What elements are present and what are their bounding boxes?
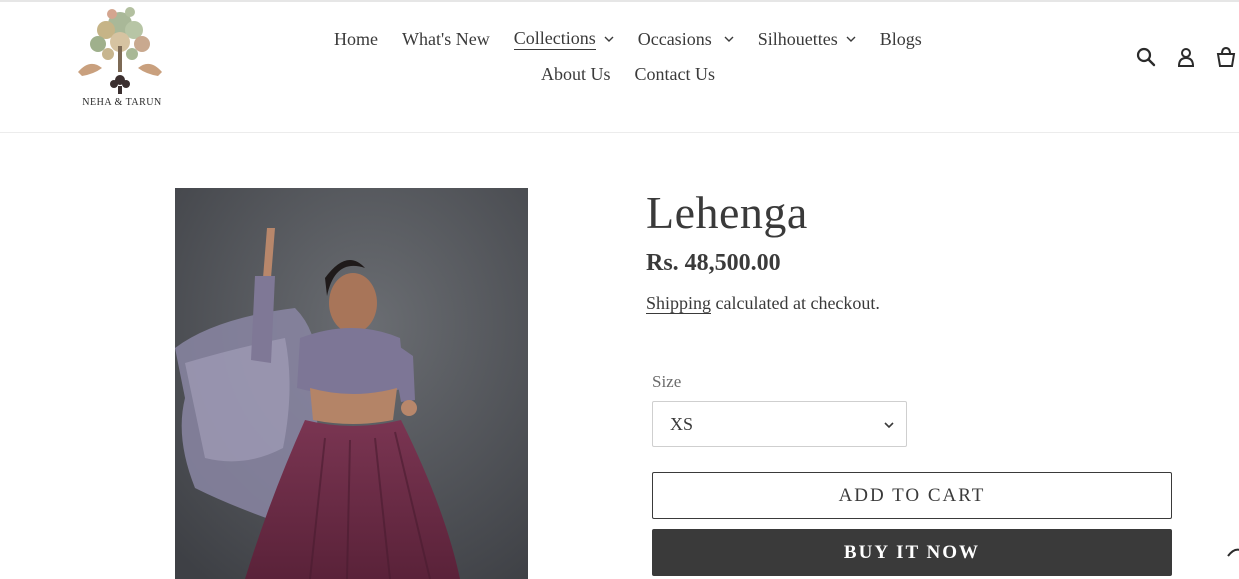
add-to-cart-button[interactable]: ADD TO CART (652, 472, 1172, 519)
shipping-link[interactable]: Shipping (646, 293, 712, 314)
nav-collections[interactable]: Collections (513, 27, 614, 50)
chevron-down-icon (846, 36, 856, 42)
brand-logo-emblem-icon (78, 7, 162, 94)
chevron-down-icon (884, 422, 894, 429)
chevron-down-icon (604, 36, 614, 42)
product-title: Lehenga (646, 187, 808, 238)
site-header: NEHA & TARUN Home What's New Collections… (0, 0, 1239, 133)
nav-silhouettes[interactable]: Silhouettes (758, 27, 856, 50)
nav-about-us[interactable]: About Us (541, 63, 611, 85)
product-photo (175, 188, 528, 579)
size-select-value: XS (670, 413, 694, 434)
nav-contact-us[interactable]: Contact Us (635, 63, 716, 85)
brand-logo[interactable]: NEHA & TARUN (72, 2, 168, 110)
nav-contact-us-label: Contact Us (634, 64, 716, 84)
cart-icon[interactable] (1215, 46, 1237, 68)
nav-home-label: Home (334, 28, 378, 49)
nav-collections-label: Collections (513, 28, 596, 50)
nav-occasions[interactable]: Occasions (638, 27, 734, 50)
nav-home[interactable]: Home (334, 27, 378, 50)
nav-blogs-label: Blogs (879, 28, 922, 49)
shipping-note: Shipping calculated at checkout. (646, 293, 880, 314)
product-image[interactable] (175, 188, 528, 579)
search-icon[interactable] (1135, 46, 1157, 68)
size-select[interactable]: XS (652, 401, 907, 447)
edge-decoration-icon (1227, 548, 1239, 557)
brand-name: NEHA & TARUN (82, 97, 162, 108)
nav-blogs[interactable]: Blogs (880, 27, 922, 50)
product-price: Rs. 48,500.00 (646, 250, 781, 276)
chevron-down-icon (724, 36, 734, 42)
add-to-cart-label: ADD TO CART (838, 484, 986, 506)
nav-whats-new[interactable]: What's New (402, 27, 490, 50)
nav-silhouettes-label: Silhouettes (757, 28, 838, 49)
main-nav-row-1: Home What's New Collections Occasions Si… (334, 27, 922, 50)
main-nav-row-2: About Us Contact Us (541, 63, 715, 85)
buy-it-now-label: BUY IT NOW (843, 541, 981, 563)
nav-about-us-label: About Us (541, 64, 611, 84)
shipping-note-text: calculated at checkout. (711, 293, 880, 313)
nav-whats-new-label: What's New (402, 28, 490, 49)
nav-occasions-label: Occasions (637, 28, 712, 49)
buy-it-now-button[interactable]: BUY IT NOW (652, 529, 1172, 576)
account-icon[interactable] (1175, 46, 1197, 68)
size-label: Size (652, 372, 682, 391)
